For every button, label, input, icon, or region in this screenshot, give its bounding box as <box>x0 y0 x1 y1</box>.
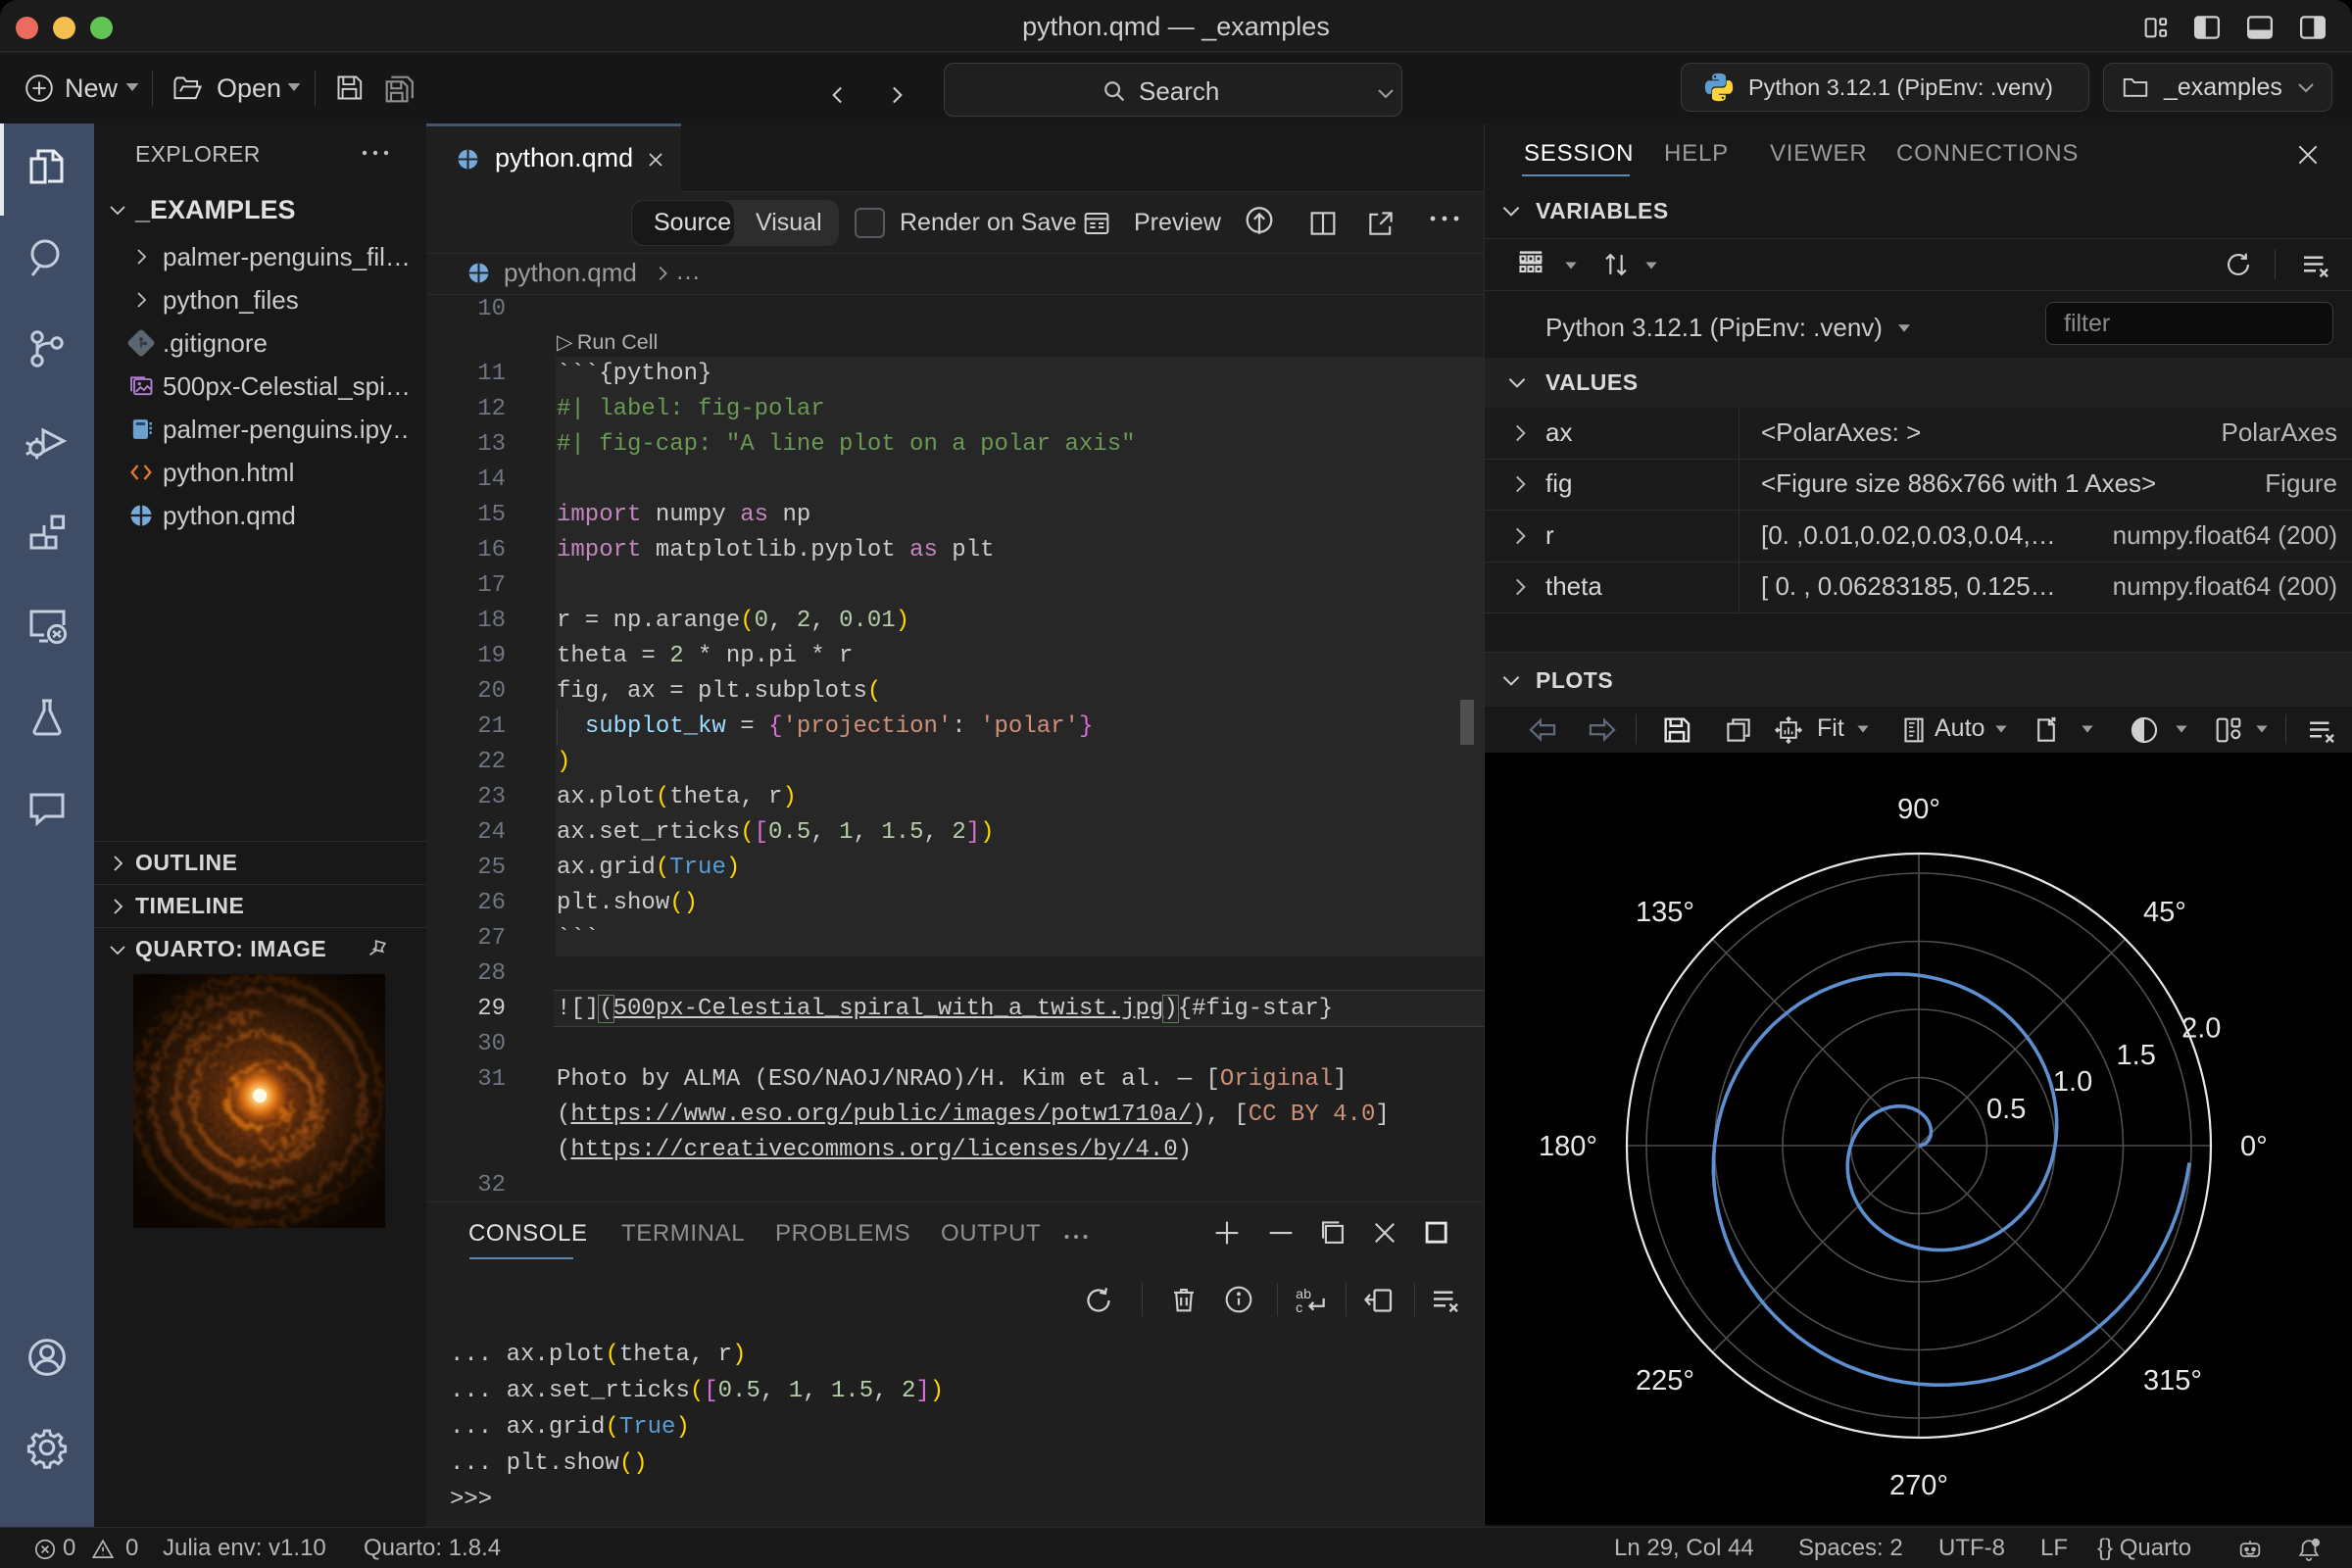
svg-text:90°: 90° <box>1897 794 1940 825</box>
svg-text:c: c <box>1296 1300 1302 1316</box>
svg-text:225°: 225° <box>1636 1365 1694 1396</box>
svg-text:180°: 180° <box>1539 1131 1597 1162</box>
svg-text:315°: 315° <box>2143 1365 2202 1396</box>
svg-text:135°: 135° <box>1636 897 1694 928</box>
svg-text:0°: 0° <box>2240 1131 2268 1162</box>
svg-text:270°: 270° <box>1889 1470 1948 1501</box>
svg-text:1.5: 1.5 <box>2117 1040 2156 1071</box>
svg-text:45°: 45° <box>2143 897 2186 928</box>
svg-text:0.5: 0.5 <box>1986 1094 2026 1125</box>
svg-text:1.0: 1.0 <box>2053 1066 2092 1098</box>
svg-text:2.0: 2.0 <box>2181 1013 2221 1045</box>
